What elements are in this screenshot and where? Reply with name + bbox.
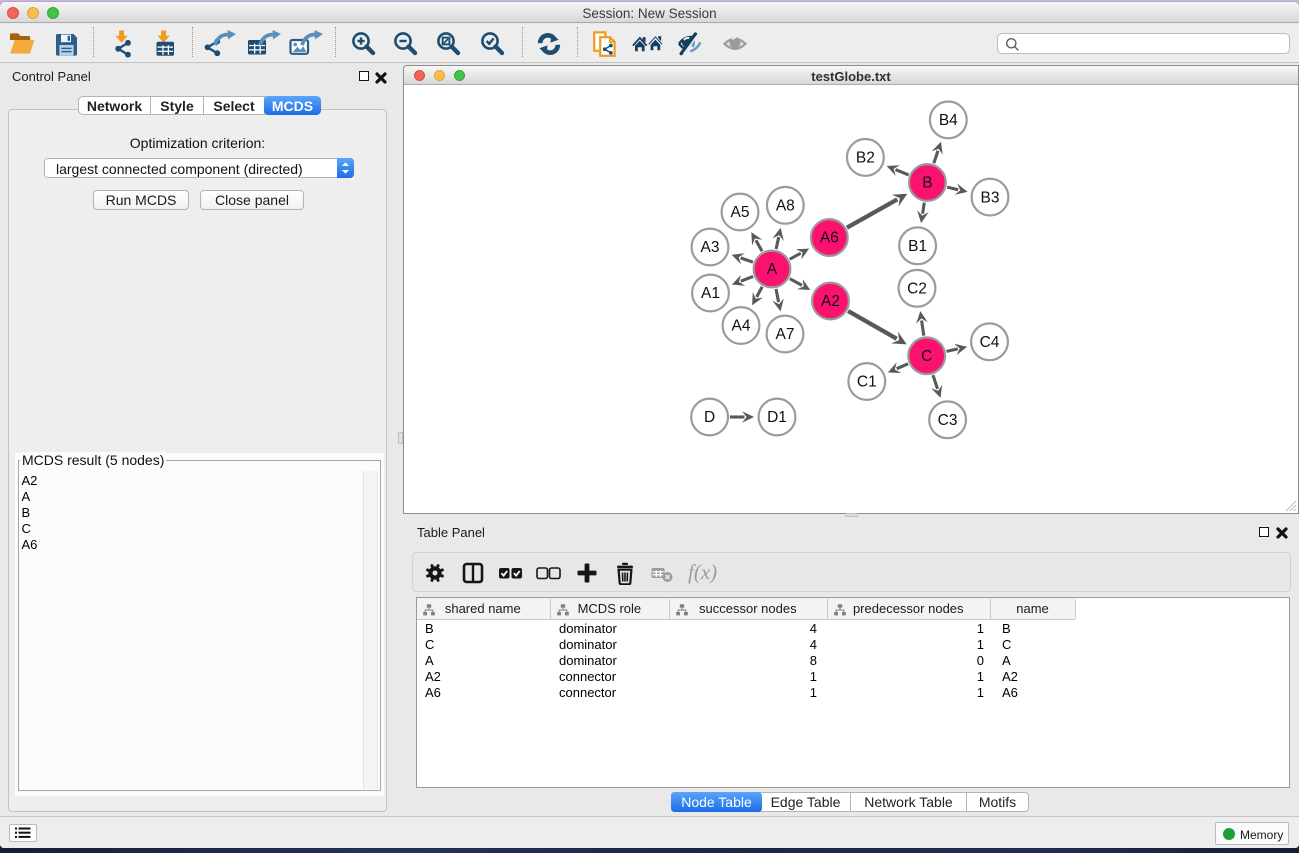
svg-text:A2: A2 (821, 293, 840, 310)
svg-text:A7: A7 (776, 326, 795, 343)
svg-text:A: A (767, 261, 778, 278)
svg-text:A3: A3 (701, 239, 720, 256)
svg-text:B1: B1 (908, 238, 927, 255)
svg-text:B4: B4 (939, 112, 958, 129)
svg-text:C3: C3 (938, 412, 958, 429)
svg-text:C4: C4 (980, 334, 1000, 351)
svg-text:A5: A5 (731, 204, 750, 221)
svg-text:C: C (921, 348, 932, 365)
svg-text:C2: C2 (907, 281, 927, 298)
svg-text:A6: A6 (820, 230, 839, 247)
svg-text:A8: A8 (776, 198, 795, 215)
svg-text:C1: C1 (857, 374, 877, 391)
svg-text:D: D (704, 409, 715, 426)
svg-text:A4: A4 (732, 318, 751, 335)
svg-text:A1: A1 (701, 285, 720, 302)
svg-text:D1: D1 (767, 409, 787, 426)
svg-text:B2: B2 (856, 150, 875, 167)
svg-text:B: B (922, 175, 932, 192)
svg-text:B3: B3 (981, 189, 1000, 206)
